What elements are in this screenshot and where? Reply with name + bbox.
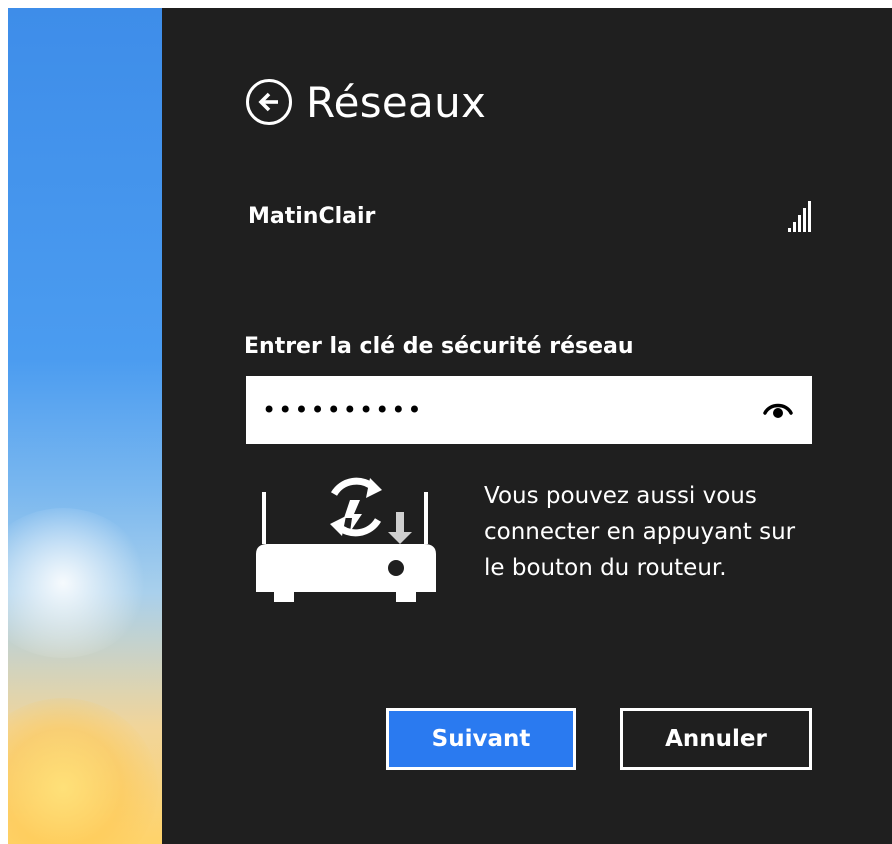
eye-icon (763, 403, 793, 418)
network-name: MatinClair (248, 203, 376, 229)
page-title: Réseaux (306, 77, 487, 127)
network-item[interactable]: MatinClair (248, 196, 814, 236)
cancel-button[interactable]: Annuler (620, 708, 812, 770)
security-key-field-container (246, 376, 812, 444)
arrow-left-circle-icon (258, 92, 278, 112)
signal-strength-icon (788, 201, 811, 232)
desktop-background (8, 8, 162, 844)
next-button[interactable]: Suivant (386, 708, 576, 770)
desktop-glow (8, 508, 148, 658)
security-key-input[interactable] (262, 390, 762, 430)
wps-hint: Vous pouvez aussi vous connecter en appu… (246, 474, 846, 654)
network-settings-panel: Réseaux MatinClair Entrer la clé de sécu… (162, 8, 892, 844)
back-button[interactable] (246, 79, 292, 125)
window-frame: Réseaux MatinClair Entrer la clé de sécu… (8, 8, 892, 844)
desktop-sun-glow (8, 698, 158, 844)
panel-header: Réseaux (246, 74, 486, 130)
wps-description: Vous pouvez aussi vous connecter en appu… (484, 483, 796, 581)
security-key-label: Entrer la clé de sécurité réseau (244, 334, 634, 359)
router-wps-icon (256, 477, 436, 602)
reveal-password-button[interactable] (762, 396, 794, 424)
